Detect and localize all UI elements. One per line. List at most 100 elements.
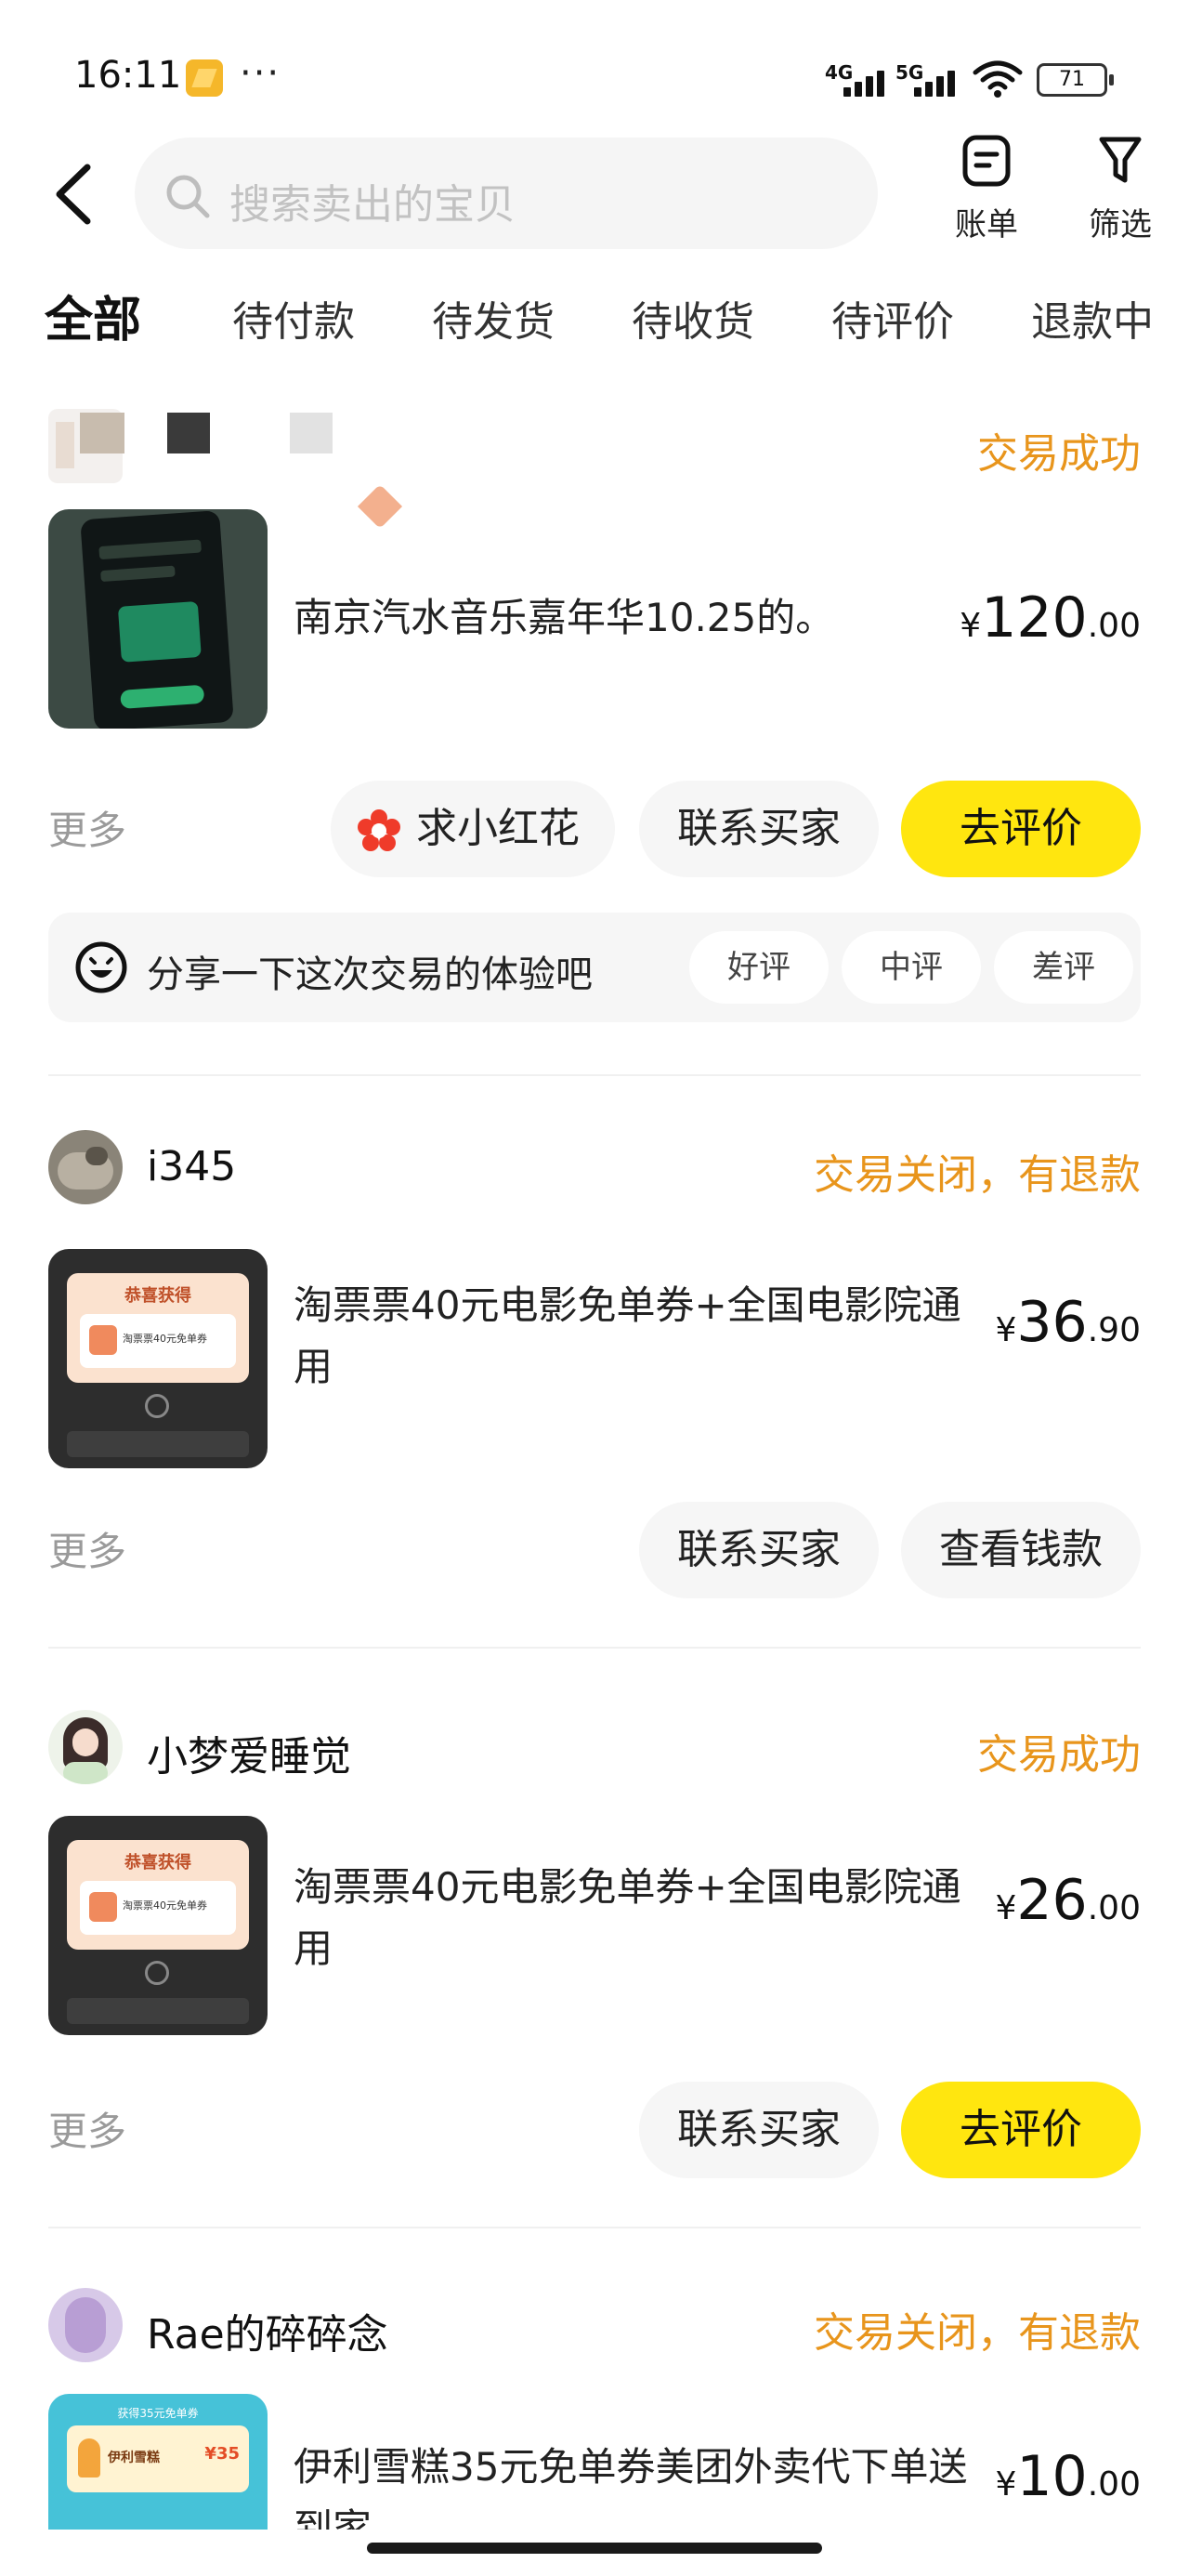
order-card[interactable]: i345 交易关闭，有退款 恭喜获得 淘票票40元免单券 淘票票40元电影免单券…: [48, 1130, 1141, 1613]
seller-name[interactable]: i345: [147, 1143, 236, 1190]
tab-pending-review[interactable]: 待评价: [831, 288, 954, 348]
product-title[interactable]: 伊利雪糕35元免单券美团外卖代下单送到家: [294, 2437, 1000, 2530]
price-integer: 10: [1016, 2444, 1088, 2509]
wifi-icon: [973, 60, 1023, 98]
seller-row: 交易成功: [48, 409, 1141, 483]
search-input[interactable]: 搜索卖出的宝贝: [135, 138, 878, 249]
more-button[interactable]: 更多: [48, 2100, 126, 2157]
tab-pending-shipment[interactable]: 待发货: [432, 288, 555, 348]
price-integer: 26: [1016, 1868, 1088, 1933]
blurred-name-block: [80, 413, 124, 453]
blurred-name-block: [167, 413, 210, 453]
divider: [48, 1074, 1141, 1076]
seller-name[interactable]: 小梦爱睡觉: [147, 1723, 351, 1782]
thumb-congrats-text: 恭喜获得: [124, 1286, 191, 1306]
filter-button[interactable]: 筛选: [1065, 134, 1176, 255]
order-status: 交易成功: [977, 1731, 1141, 1779]
bill-icon: [962, 135, 1011, 187]
price-decimal: .00: [1087, 607, 1141, 645]
price-currency: ¥: [995, 2465, 1017, 2504]
experience-feedback-bar: 分享一下这次交易的体验吧 好评 中评 差评: [48, 913, 1141, 1022]
tab-refunding[interactable]: 退款中: [1031, 288, 1154, 348]
bill-label: 账单: [955, 206, 1018, 243]
order-card[interactable]: Rae的碎碎念 交易关闭，有退款 获得35元免单券 伊利雪糕 ¥35 伊利雪糕3…: [48, 2288, 1141, 2530]
status-bar: 16:11 ··· 4G 5G 71: [0, 0, 1189, 139]
filter-icon: [1099, 137, 1142, 183]
seller-row: i345 交易关闭，有退款: [48, 1130, 1141, 1204]
blurred-name-block: [290, 413, 333, 453]
price-integer: 36: [1016, 1290, 1088, 1355]
order-card[interactable]: 交易成功 南京汽水音乐嘉年华10.25的。 ¥120.00 更多 求小红花 联系…: [48, 409, 1141, 892]
seller-avatar[interactable]: [48, 1130, 123, 1204]
thumb-coupon-text: 淘票票40元免单券: [123, 1899, 207, 1912]
seller-name[interactable]: Rae的碎碎念: [147, 2301, 388, 2360]
header-bar: 搜索卖出的宝贝 账单 筛选: [0, 130, 1189, 260]
notification-icon: [186, 59, 223, 97]
order-tabs: 全部 待付款 待发货 待收货 待评价 退款中: [0, 279, 1189, 362]
red-flower-icon: [358, 809, 400, 851]
price-decimal: .00: [1087, 2465, 1141, 2504]
tab-pending-payment[interactable]: 待付款: [232, 288, 355, 348]
divider: [48, 1647, 1141, 1649]
price-decimal: .90: [1087, 1311, 1141, 1349]
thumb-ice-price: ¥35: [204, 2444, 240, 2464]
tab-pending-receipt[interactable]: 待收货: [632, 288, 754, 348]
contact-buyer-button[interactable]: 联系买家: [639, 781, 879, 877]
order-card[interactable]: 小梦爱睡觉 交易成功 恭喜获得 淘票票40元免单券 淘票票40元电影免单券+全国…: [48, 1710, 1141, 2193]
seller-row: Rae的碎碎念 交易关闭，有退款: [48, 2288, 1141, 2362]
order-price: ¥120.00: [960, 585, 1141, 651]
status-time: 16:11: [74, 54, 182, 97]
neutral-review-option[interactable]: 中评: [842, 931, 981, 1004]
order-price: ¥26.00: [995, 1868, 1141, 1933]
decorative-shape: [357, 483, 403, 530]
good-review-option[interactable]: 好评: [689, 931, 829, 1004]
search-icon: [166, 175, 210, 218]
contact-buyer-button[interactable]: 联系买家: [639, 2082, 879, 2178]
seller-row: 小梦爱睡觉 交易成功: [48, 1710, 1141, 1784]
price-currency: ¥: [995, 1311, 1017, 1349]
order-price: ¥10.00: [995, 2444, 1141, 2509]
seller-avatar[interactable]: [48, 2288, 123, 2362]
happy-face-icon: [75, 941, 127, 993]
contact-buyer-button[interactable]: 联系买家: [639, 1502, 879, 1598]
order-status: 交易关闭，有退款: [814, 1151, 1141, 1199]
feedback-prompt-text: 分享一下这次交易的体验吧: [147, 953, 593, 996]
price-currency: ¥: [995, 1889, 1017, 1927]
signal-4g-icon: [843, 65, 895, 97]
tab-all[interactable]: 全部: [45, 281, 141, 350]
product-thumbnail[interactable]: 恭喜获得 淘票票40元免单券: [48, 1249, 268, 1468]
thumb-congrats-text: 恭喜获得: [124, 1853, 191, 1873]
product-thumbnail[interactable]: 恭喜获得 淘票票40元免单券: [48, 1816, 268, 2035]
product-thumbnail[interactable]: [48, 509, 268, 729]
ask-flower-label: 求小红花: [416, 805, 580, 852]
seller-avatar[interactable]: [48, 1710, 123, 1784]
review-button[interactable]: 去评价: [901, 781, 1141, 877]
price-integer: 120: [981, 585, 1088, 651]
product-title[interactable]: 淘票票40元电影免单券+全国电影院通用: [294, 1275, 1000, 1398]
bill-button[interactable]: 账单: [931, 134, 1042, 255]
home-indicator[interactable]: [367, 2543, 822, 2554]
product-thumbnail[interactable]: 获得35元免单券 伊利雪糕 ¥35: [48, 2394, 268, 2530]
order-status: 交易成功: [977, 430, 1141, 478]
more-notifications-dots: ···: [240, 52, 281, 95]
ask-flower-button[interactable]: 求小红花: [331, 781, 615, 877]
thumb-ice-header: 获得35元免单券: [117, 2407, 199, 2420]
search-placeholder: 搜索卖出的宝贝: [229, 181, 516, 229]
more-button[interactable]: 更多: [48, 799, 126, 856]
more-button[interactable]: 更多: [48, 1520, 126, 1577]
view-funds-button[interactable]: 查看钱款: [901, 1502, 1141, 1598]
review-button[interactable]: 去评价: [901, 2082, 1141, 2178]
divider: [48, 2227, 1141, 2228]
product-title[interactable]: 淘票票40元电影免单券+全国电影院通用: [294, 1857, 1000, 1979]
battery-indicator: 71: [1037, 63, 1114, 97]
order-price: ¥36.90: [995, 1290, 1141, 1355]
price-decimal: .00: [1087, 1889, 1141, 1927]
signal-5g-icon: [914, 65, 966, 97]
thumb-ice-cream-text: 伊利雪糕: [108, 2451, 160, 2465]
back-arrow-icon[interactable]: [48, 162, 104, 227]
thumb-coupon-text: 淘票票40元免单券: [123, 1333, 207, 1345]
bad-review-option[interactable]: 差评: [994, 931, 1133, 1004]
order-status: 交易关闭，有退款: [814, 2309, 1141, 2357]
price-currency: ¥: [960, 607, 982, 645]
product-title[interactable]: 南京汽水音乐嘉年华10.25的。: [294, 587, 1000, 649]
